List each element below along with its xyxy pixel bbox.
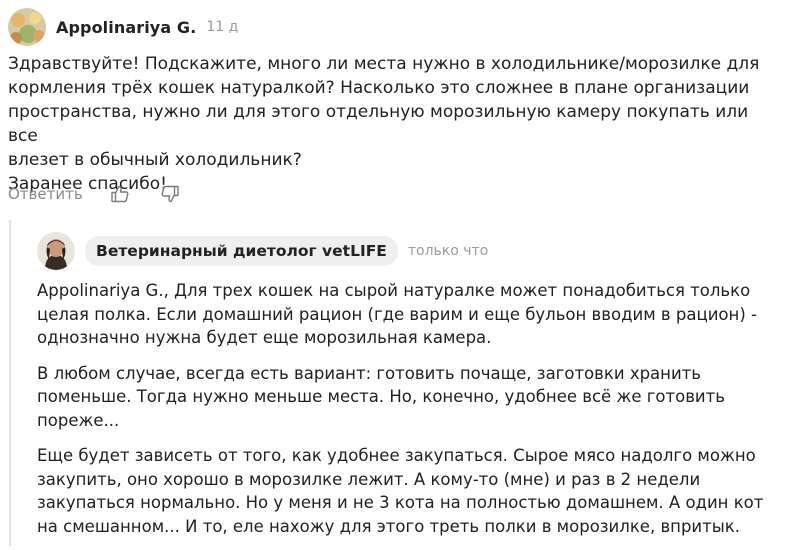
- reply-author[interactable]: Ветеринарный диетолог vetLIFE: [85, 236, 398, 266]
- comment-line: влезет в обычный холодильник?: [8, 150, 302, 170]
- comment-body: Здравствуйте! Подскажите, много ли места…: [8, 52, 778, 196]
- thumbs-down-icon[interactable]: [159, 183, 181, 205]
- comment-line: пространства, нужно ли для этого отдельн…: [8, 102, 749, 146]
- thumbs-up-icon[interactable]: [109, 183, 131, 205]
- reply-paragraph: В любом случае, всегда есть вариант: гот…: [37, 362, 781, 433]
- reply-line: целая полка. Если домашний рацион (где в…: [37, 304, 757, 324]
- comment-actions: Ответить: [8, 183, 181, 205]
- reply-avatar[interactable]: [37, 232, 75, 270]
- reply-line: Еще будет зависеть от того, как удобнее …: [37, 446, 756, 465]
- reply-body: Appolinariya G., Для трех кошек на сырой…: [37, 279, 781, 550]
- reply-line: В любом случае, всегда есть вариант: гот…: [37, 363, 702, 383]
- comment-line: Здравствуйте! Подскажите, много ли места…: [8, 54, 760, 74]
- comment-timestamp: 11 д: [206, 19, 239, 35]
- comment-author[interactable]: Appolinariya G.: [56, 18, 196, 37]
- reply-line: однозначно нужна будет еще морозильная к…: [37, 328, 492, 347]
- reply-line: закупить, оно хорошо в морозилке лежит. …: [37, 469, 701, 489]
- reply-line: закупаться нормально. Но у меня и не 3 к…: [37, 493, 764, 512]
- reply-line: пореже...: [37, 410, 120, 430]
- reply-button[interactable]: Ответить: [8, 185, 83, 203]
- reply-line: на смешанном... И то, еле нахожу для это…: [37, 516, 740, 536]
- comment-line: кормления трёх кошек натуралкой? Насколь…: [8, 78, 750, 98]
- reply-timestamp: только что: [407, 243, 489, 259]
- thread-line: [9, 220, 11, 546]
- comment-header: Appolinariya G. 11 д: [8, 8, 238, 46]
- reply-line: поменьше. Тогда нужно меньше места. Но, …: [37, 387, 725, 406]
- reply-header: Ветеринарный диетолог vetLIFE только что: [37, 232, 488, 270]
- reply-paragraph: Appolinariya G., Для трех кошек на сырой…: [37, 279, 781, 350]
- reply-line: Appolinariya G., Для трех кошек на сырой…: [37, 281, 751, 300]
- reply-paragraph: Еще будет зависеть от того, как удобнее …: [37, 444, 781, 538]
- avatar[interactable]: [8, 8, 46, 46]
